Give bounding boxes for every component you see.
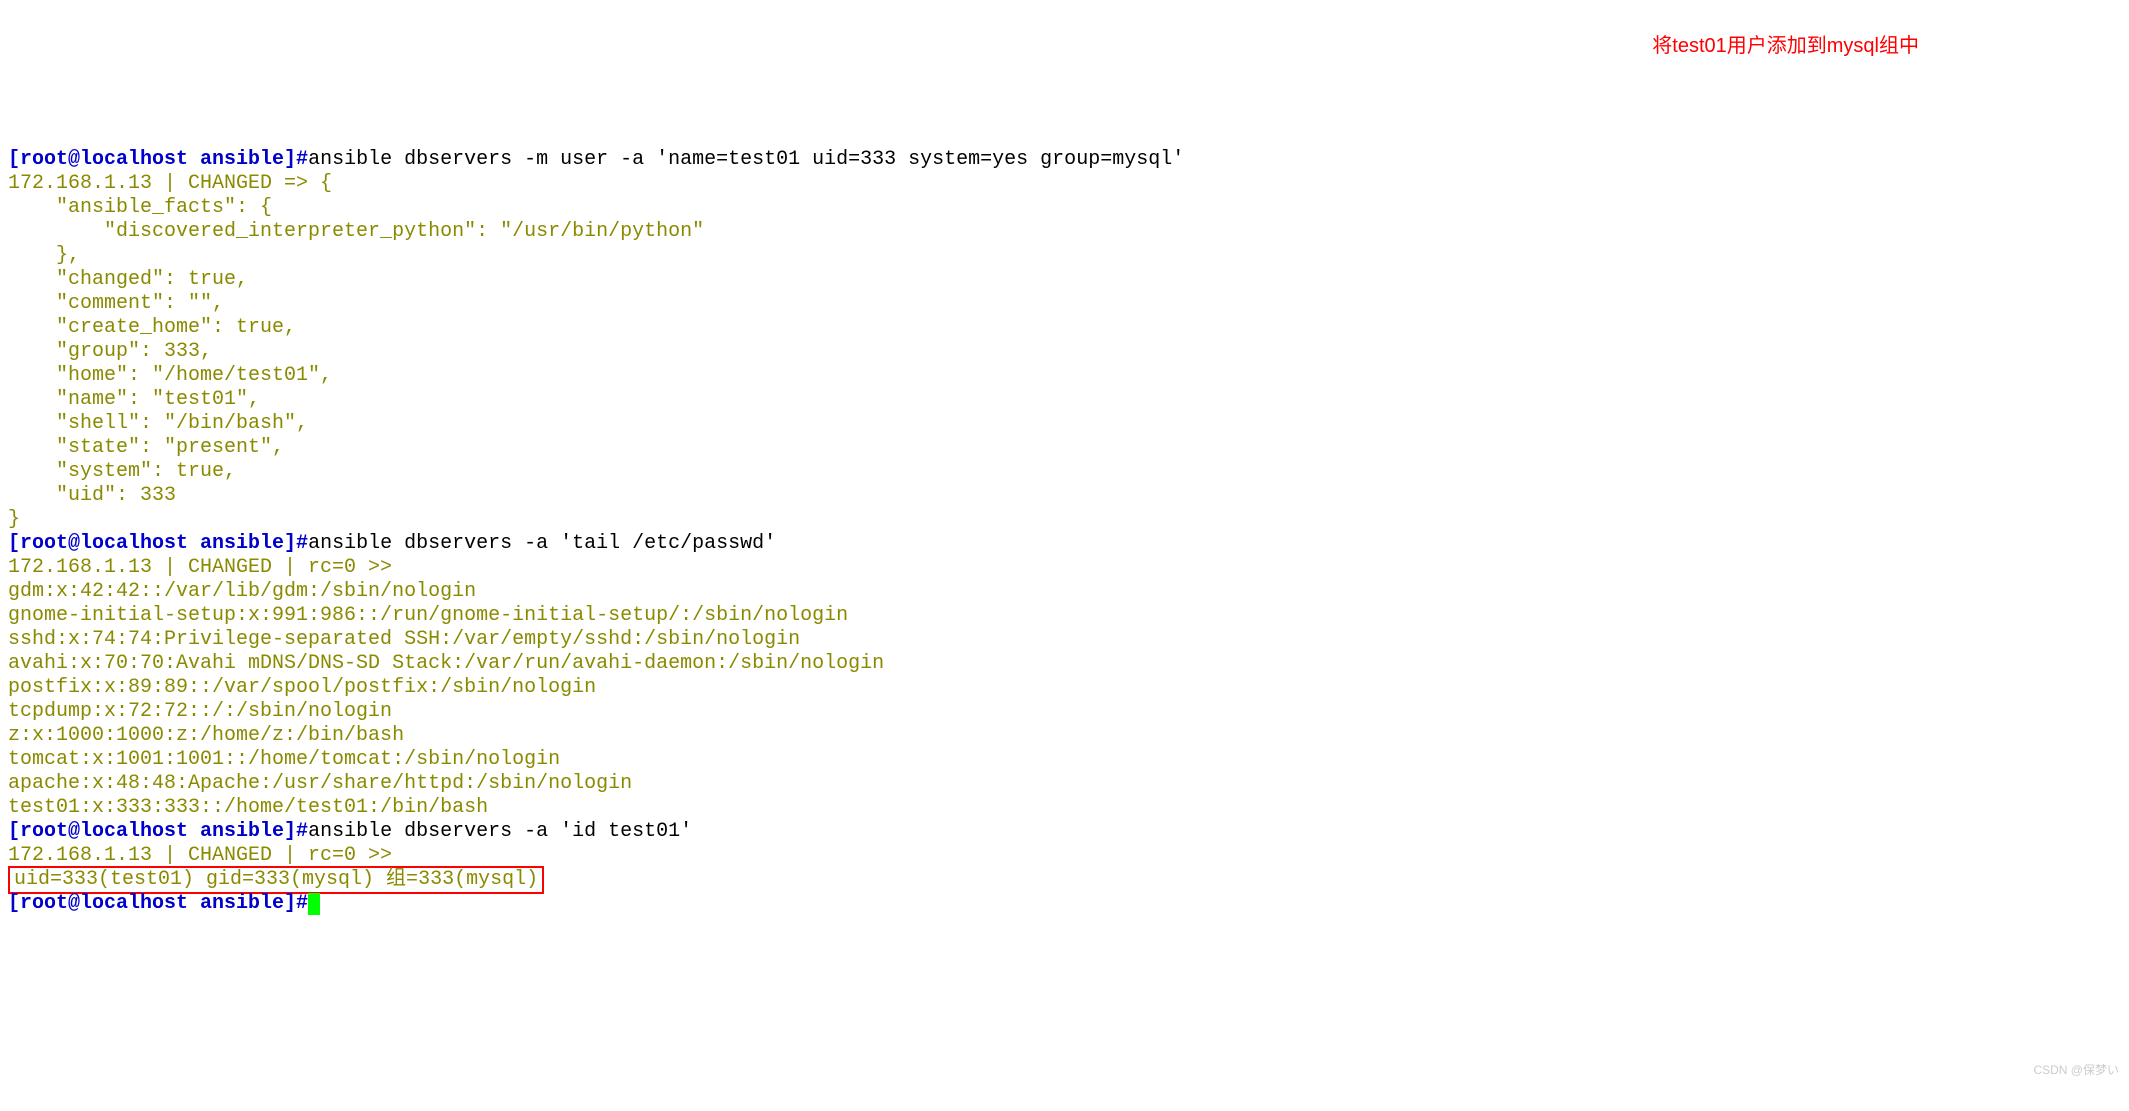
output-header: 172.168.1.13 | CHANGED | rc=0 >> bbox=[8, 844, 392, 867]
output-line: tcpdump:x:72:72::/:/sbin/nologin bbox=[8, 700, 392, 723]
cursor-icon[interactable] bbox=[308, 893, 320, 915]
output-line: "create_home": true, bbox=[8, 316, 296, 339]
output-line: "changed": true, bbox=[8, 268, 248, 291]
shell-prompt: [root@localhost ansible]# bbox=[8, 532, 308, 555]
output-header: 172.168.1.13 | CHANGED => { bbox=[8, 172, 332, 195]
output-line: "uid": 333 bbox=[8, 484, 176, 507]
output-line: uid=333(test01) gid=333(mysql) 组=333(mys… bbox=[14, 868, 538, 891]
terminal-output: [root@localhost ansible]#ansible dbserve… bbox=[8, 148, 2121, 916]
output-line: gnome-initial-setup:x:991:986::/run/gnom… bbox=[8, 604, 848, 627]
highlighted-output: uid=333(test01) gid=333(mysql) 组=333(mys… bbox=[8, 866, 544, 894]
shell-prompt: [root@localhost ansible]# bbox=[8, 820, 308, 843]
command-text: ansible dbservers -m user -a 'name=test0… bbox=[308, 148, 1184, 171]
shell-prompt: [root@localhost ansible]# bbox=[8, 148, 308, 171]
output-line: "name": "test01", bbox=[8, 388, 260, 411]
output-line: }, bbox=[8, 244, 80, 267]
output-line: test01:x:333:333::/home/test01:/bin/bash bbox=[8, 796, 488, 819]
output-header: 172.168.1.13 | CHANGED | rc=0 >> bbox=[8, 556, 392, 579]
output-line: "comment": "", bbox=[8, 292, 224, 315]
watermark-text: CSDN @保梦い bbox=[2033, 1058, 2119, 1082]
output-line: apache:x:48:48:Apache:/usr/share/httpd:/… bbox=[8, 772, 632, 795]
output-line: "state": "present", bbox=[8, 436, 284, 459]
output-line: tomcat:x:1001:1001::/home/tomcat:/sbin/n… bbox=[8, 748, 560, 771]
output-line: postfix:x:89:89::/var/spool/postfix:/sbi… bbox=[8, 676, 596, 699]
output-line: "discovered_interpreter_python": "/usr/b… bbox=[8, 220, 704, 243]
output-line: "ansible_facts": { bbox=[8, 196, 272, 219]
command-text: ansible dbservers -a 'id test01' bbox=[308, 820, 692, 843]
output-line: avahi:x:70:70:Avahi mDNS/DNS-SD Stack:/v… bbox=[8, 652, 884, 675]
output-line: "group": 333, bbox=[8, 340, 212, 363]
output-line: sshd:x:74:74:Privilege-separated SSH:/va… bbox=[8, 628, 800, 651]
shell-prompt: [root@localhost ansible]# bbox=[8, 892, 308, 915]
output-line: "system": true, bbox=[8, 460, 236, 483]
output-line: gdm:x:42:42::/var/lib/gdm:/sbin/nologin bbox=[8, 580, 476, 603]
output-line: "home": "/home/test01", bbox=[8, 364, 332, 387]
output-line: "shell": "/bin/bash", bbox=[8, 412, 308, 435]
annotation-text: 将test01用户添加到mysql组中 bbox=[1652, 34, 1919, 58]
output-line: } bbox=[8, 508, 20, 531]
output-line: z:x:1000:1000:z:/home/z:/bin/bash bbox=[8, 724, 404, 747]
command-text: ansible dbservers -a 'tail /etc/passwd' bbox=[308, 532, 776, 555]
